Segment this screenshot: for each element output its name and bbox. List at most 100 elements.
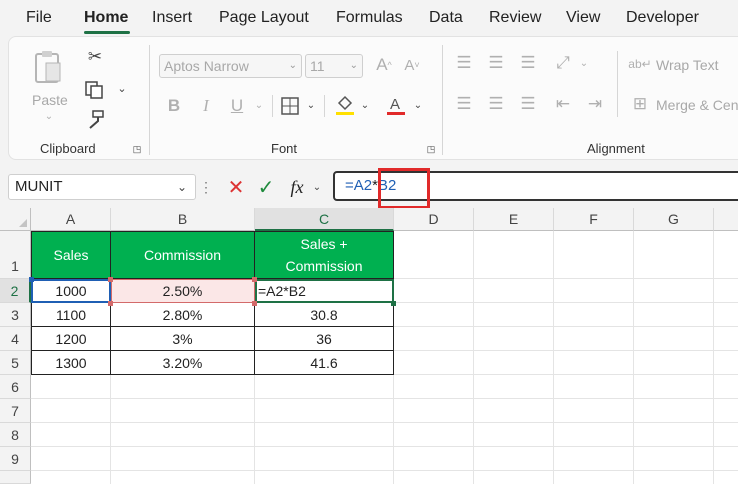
menu-review[interactable]: Review [489,9,541,27]
borders-icon[interactable] [279,95,301,117]
merge-center-icon[interactable]: ⊞ [629,93,651,115]
column-header-f[interactable]: F [554,208,634,231]
enter-icon[interactable]: ✓ [254,176,278,199]
font-color-icon[interactable]: A [385,93,407,117]
paste-label[interactable]: Paste [32,92,68,108]
cell-c2[interactable]: =A2*B2 [255,279,394,303]
selection-handle[interactable] [108,301,113,306]
row-header-6[interactable]: 6 [0,375,31,399]
chevron-down-icon: ⌄ [288,60,297,71]
font-size-dropdown[interactable]: 11 ⌄ [305,54,363,78]
insert-function-button[interactable]: fx [284,176,310,198]
column-header-c[interactable]: C [255,208,394,231]
select-all-button[interactable] [0,208,31,231]
menu-formulas[interactable]: Formulas [336,9,403,27]
chevron-down-icon[interactable]: ⌄ [42,110,56,122]
cell-b5[interactable]: 3.20% [111,351,255,375]
cell-b3[interactable]: 2.80% [111,303,255,327]
more-options-icon[interactable]: ⋮ [199,178,213,196]
underline-icon[interactable]: U [228,95,246,117]
scissors-icon[interactable]: ✂ [85,47,105,67]
column-header-d[interactable]: D [394,208,474,231]
cell-a5[interactable]: 1300 [31,351,111,375]
cell-a3[interactable]: 1100 [31,303,111,327]
row-header-8[interactable]: 8 [0,423,31,447]
separator [272,95,273,117]
increase-font-size-icon[interactable]: A ^ [372,54,396,76]
menu-data[interactable]: Data [429,9,463,27]
menu-file[interactable]: File [26,9,52,27]
chevron-down-icon[interactable]: ⌄ [412,99,424,111]
align-right-icon[interactable]: ☰ [517,93,539,115]
selection-handle[interactable] [108,277,113,282]
chevron-down-icon[interactable]: ⌄ [305,99,317,111]
increase-indent-icon[interactable]: ⇥ [584,93,606,115]
row-header-3[interactable]: 3 [0,303,31,327]
decrease-indent-icon[interactable]: ⇤ [552,93,574,115]
chevron-down-icon[interactable]: ⌄ [310,180,324,194]
menu-home[interactable]: Home [84,9,128,27]
fill-handle[interactable] [391,301,396,306]
chevron-down-icon[interactable]: ⌄ [115,81,129,95]
merge-center-button[interactable]: Merge & Center [656,97,738,113]
selection-handle[interactable] [252,301,257,306]
name-box[interactable]: MUNIT ⌄ [8,174,196,200]
cell-c3[interactable]: 30.8 [255,303,394,327]
align-bottom-icon[interactable]: ☰ [517,52,539,74]
selection-handle[interactable] [252,277,257,282]
row-header-5[interactable]: 5 [0,351,31,375]
cell-c4[interactable]: 36 [255,327,394,351]
gridline [31,470,738,471]
chevron-down-icon[interactable]: ⌄ [359,99,371,111]
decrease-font-size-icon[interactable]: A ˅ [400,54,424,76]
align-top-icon[interactable]: ☰ [453,52,475,74]
cell-c1[interactable]: Sales + Commission [255,231,394,279]
column-header-g[interactable]: G [634,208,714,231]
row-header-4[interactable]: 4 [0,327,31,351]
cell-b4[interactable]: 3% [111,327,255,351]
gridline [394,302,738,303]
menu-page-layout[interactable]: Page Layout [219,9,309,27]
gridline [394,278,738,279]
bold-icon[interactable]: B [165,95,183,117]
row-header-1[interactable]: 1 [0,231,31,279]
row-header-7[interactable]: 7 [0,399,31,423]
wrap-text-icon[interactable]: ab↵ [628,53,651,75]
menu-developer[interactable]: Developer [626,9,699,27]
column-header-b[interactable]: B [111,208,255,231]
italic-icon[interactable]: I [197,95,215,117]
cell-b1[interactable]: Commission [111,231,255,279]
chevron-down-icon[interactable]: ⌄ [253,99,265,111]
cell-a1[interactable]: Sales [31,231,111,279]
row-header-10[interactable] [0,471,31,484]
font-name-dropdown[interactable]: Aptos Narrow ⌄ [159,54,302,78]
format-painter-icon[interactable] [84,109,106,131]
cell-b2[interactable]: 2.50% [111,279,255,303]
dialog-launcher-icon[interactable]: ◳ [425,143,437,155]
align-middle-icon[interactable]: ☰ [485,52,507,74]
cell-a4[interactable]: 1200 [31,327,111,351]
selection-handle[interactable] [29,277,34,282]
copy-icon[interactable] [82,79,106,101]
group-separator [442,45,443,155]
wrap-text-button[interactable]: Wrap Text [656,57,719,73]
column-header-a[interactable]: A [31,208,111,231]
align-center-icon[interactable]: ☰ [485,93,507,115]
row-header-2[interactable]: 2 [0,279,31,303]
column-header-h[interactable] [714,208,738,231]
paste-icon[interactable] [31,47,65,87]
cell-c5[interactable]: 41.6 [255,351,394,375]
row-header-9[interactable]: 9 [0,447,31,471]
cancel-icon[interactable]: ✕ [224,176,248,199]
separator [617,51,618,117]
cell-a2[interactable]: 1000 [31,279,111,303]
menu-insert[interactable]: Insert [152,9,192,27]
dialog-launcher-icon[interactable]: ◳ [131,143,143,155]
active-tab-indicator [84,31,130,34]
orientation-icon[interactable]: ⤢ [552,52,574,74]
fill-color-icon[interactable] [334,93,356,117]
column-header-e[interactable]: E [474,208,554,231]
chevron-down-icon[interactable]: ⌄ [578,57,590,69]
align-left-icon[interactable]: ☰ [453,93,475,115]
menu-view[interactable]: View [566,9,600,27]
